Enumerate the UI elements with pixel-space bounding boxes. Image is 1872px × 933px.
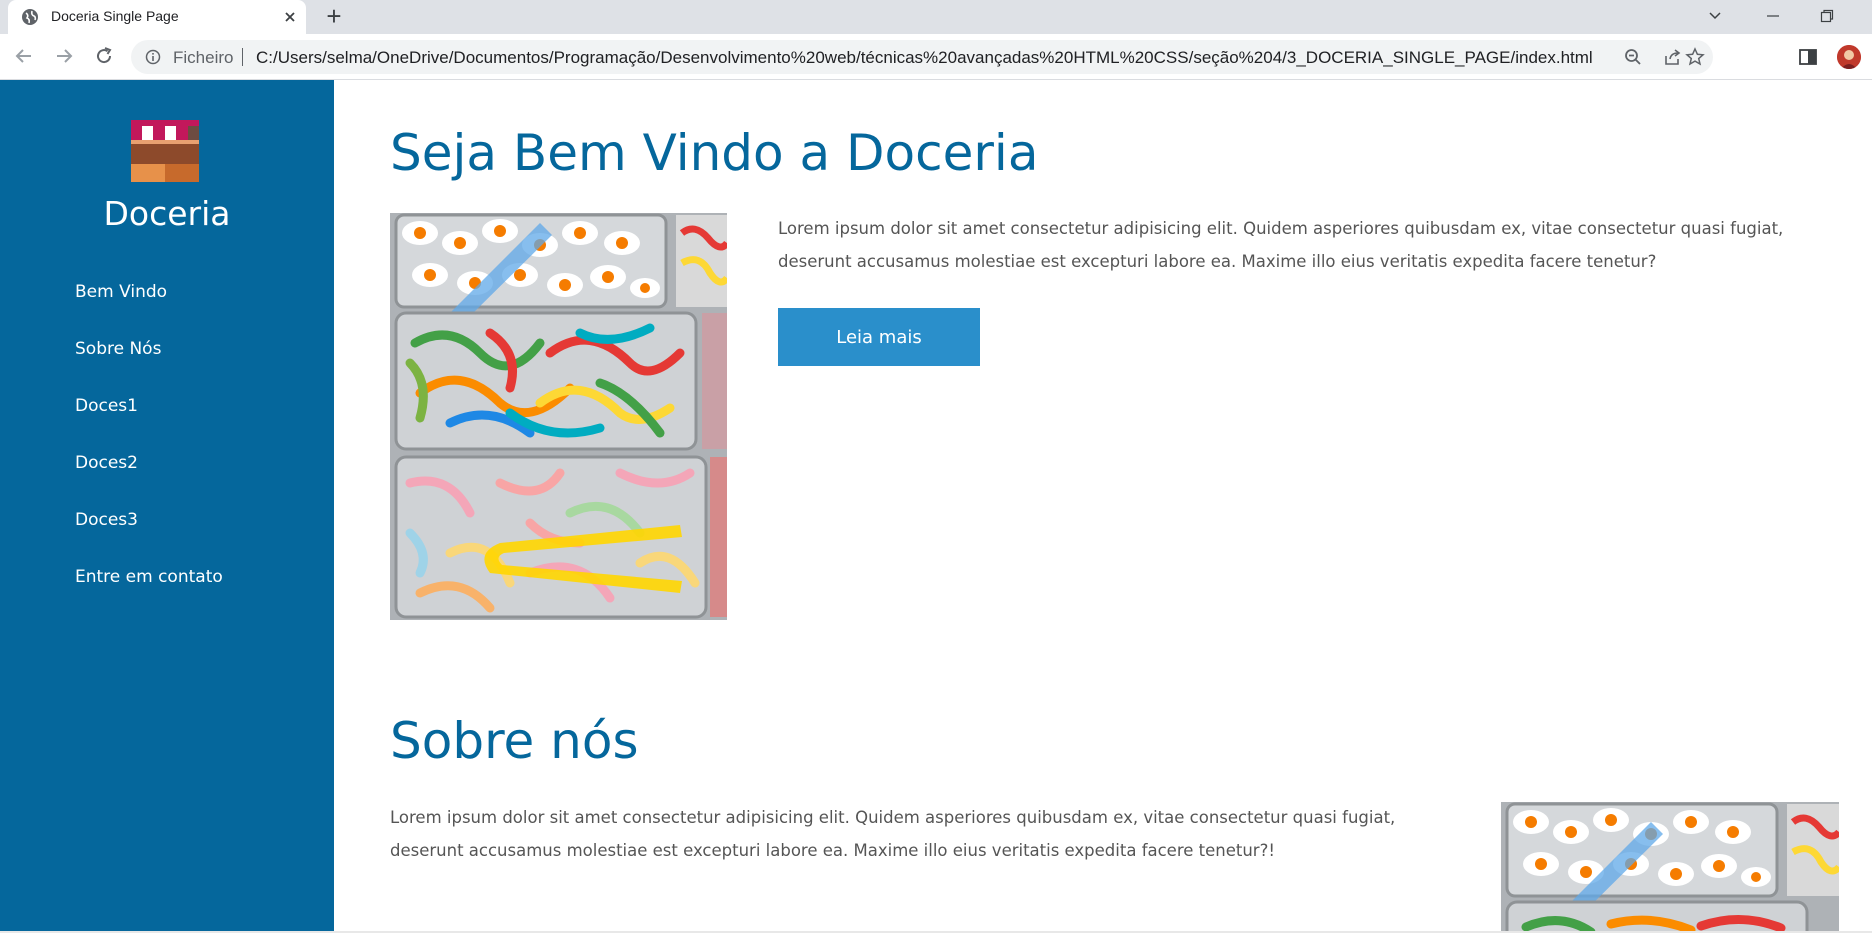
about-text-line: deserunt accusamus molestiae est exceptu… (390, 841, 1275, 860)
minimize-icon[interactable] (1750, 0, 1796, 32)
address-bar[interactable]: Ficheiro C:/Users/selma/OneDrive/Documen… (131, 40, 1713, 74)
separator (242, 48, 243, 66)
close-icon[interactable] (282, 9, 298, 25)
browser-toolbar: Ficheiro C:/Users/selma/OneDrive/Documen… (0, 34, 1872, 80)
share-icon[interactable] (1663, 47, 1683, 67)
sidebar: Doceria Bem Vindo Sobre Nós Doces1 Doces… (0, 80, 334, 933)
globe-icon (22, 9, 38, 25)
tab-strip: Doceria Single Page + (0, 0, 1872, 34)
star-icon[interactable] (1685, 47, 1705, 67)
about-text: Lorem ipsum dolor sit amet consectetur a… (390, 801, 1395, 867)
read-more-button[interactable]: Leia mais (778, 308, 980, 366)
main-content: Seja Bem Vindo a Doceria Lorem ipsum dol… (334, 80, 1872, 933)
chevron-down-icon[interactable] (1692, 0, 1738, 32)
welcome-text: Lorem ipsum dolor sit amet consectetur a… (778, 212, 1783, 278)
forward-icon[interactable] (52, 44, 76, 68)
shop-logo-icon (131, 120, 199, 182)
avatar[interactable] (1837, 45, 1861, 69)
nav-item-doces1[interactable]: Doces1 (75, 396, 138, 416)
nav-item-sobre-nos[interactable]: Sobre Nós (75, 339, 161, 359)
info-icon[interactable] (145, 49, 161, 65)
welcome-text-line: deserunt accusamus molestiae est exceptu… (778, 252, 1657, 271)
zoom-icon[interactable] (1623, 47, 1643, 67)
welcome-title: Seja Bem Vindo a Doceria (390, 124, 1039, 182)
tab-title: Doceria Single Page (51, 8, 179, 24)
browser-tab[interactable]: Doceria Single Page (8, 0, 306, 34)
new-tab-button[interactable]: + (322, 3, 346, 29)
candy-photo (390, 213, 727, 620)
nav-item-bem-vindo[interactable]: Bem Vindo (75, 282, 167, 302)
nav-item-contato[interactable]: Entre em contato (75, 567, 223, 587)
welcome-text-line: Lorem ipsum dolor sit amet consectetur a… (778, 219, 1784, 238)
brand-title: Doceria (103, 194, 231, 233)
back-icon[interactable] (12, 44, 36, 68)
side-panel-icon[interactable] (1797, 46, 1819, 68)
candy-photo-about (1501, 802, 1839, 933)
url-text[interactable]: C:/Users/selma/OneDrive/Documentos/Progr… (256, 48, 1593, 68)
about-text-line: Lorem ipsum dolor sit amet consectetur a… (390, 808, 1396, 827)
reload-icon[interactable] (92, 44, 116, 68)
restore-icon[interactable] (1804, 0, 1850, 32)
about-title: Sobre nós (390, 712, 639, 770)
nav-item-doces3[interactable]: Doces3 (75, 510, 138, 530)
security-label[interactable]: Ficheiro (173, 48, 233, 68)
nav-item-doces2[interactable]: Doces2 (75, 453, 138, 473)
